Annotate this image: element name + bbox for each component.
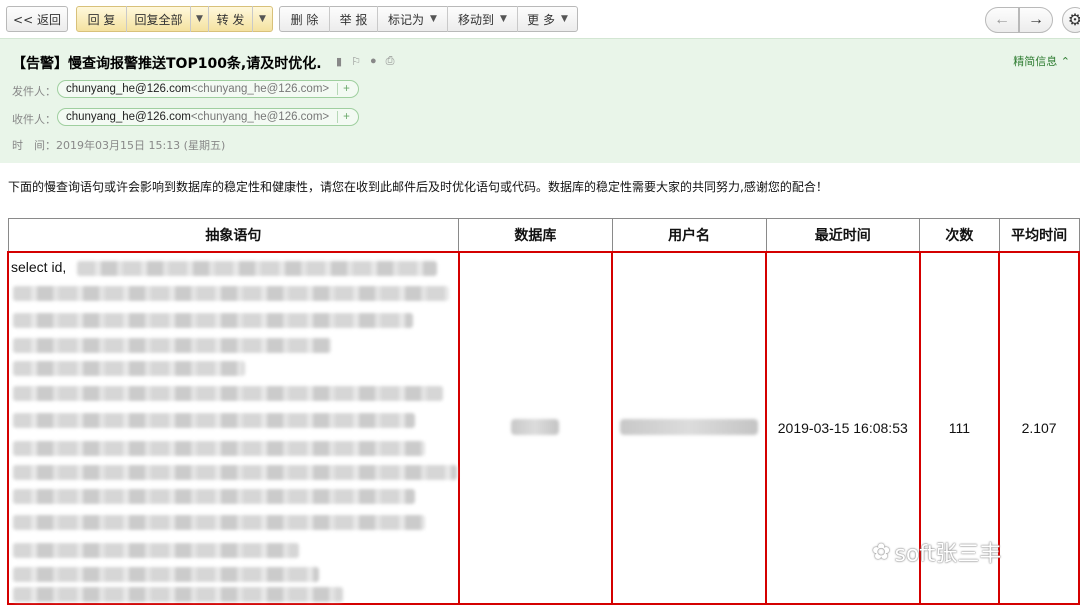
to-address-chip[interactable]: chunyang_he@126.com <chunyang_he@126.com…: [57, 108, 359, 126]
col-username: 用户名: [611, 218, 767, 253]
redacted-text: [13, 587, 343, 602]
redacted-text: [13, 515, 425, 530]
username-cell: [611, 251, 768, 605]
redacted-text: [13, 338, 331, 353]
col-recent-time: 最近时间: [765, 218, 921, 253]
col-avg-time: 平均时间: [998, 218, 1080, 253]
forward-button[interactable]: 转 发: [209, 6, 253, 32]
wechat-icon: ✿: [872, 539, 891, 565]
print-icon[interactable]: ⎙: [386, 55, 395, 68]
mail-intro-text: 下面的慢查询语句或许会影响到数据库的稳定性和健康性，请您在收到此邮件后及时优化语…: [8, 180, 828, 194]
redacted-database: [511, 418, 560, 435]
mark-as-label: 标记为: [388, 12, 425, 27]
subject-icons: ▮ ⚐ ● ⎙: [336, 55, 394, 68]
from-name: chunyang_he@126.com: [66, 83, 191, 95]
database-cell: [457, 251, 614, 605]
more-label: 更 多: [527, 12, 555, 27]
redacted-text: [13, 413, 415, 428]
time-label: 时 间：: [12, 139, 56, 152]
chevron-down-icon: ▼: [560, 14, 568, 24]
delete-button[interactable]: 删 除: [280, 6, 330, 32]
gear-icon: ⚙: [1067, 12, 1080, 29]
redacted-text: [13, 567, 319, 582]
redacted-text: [13, 489, 415, 504]
move-to-button[interactable]: 移动到 ▼: [448, 6, 518, 32]
redacted-text: [13, 441, 425, 456]
redacted-text: [13, 361, 245, 376]
table-header-row: 抽象语句 数据库 用户名 最近时间 次数 平均时间: [7, 218, 1080, 253]
redacted-text: [13, 386, 443, 401]
from-email: <chunyang_he@126.com>: [190, 83, 330, 95]
sql-cell: select id,: [7, 251, 460, 605]
col-count: 次数: [919, 218, 1000, 253]
to-label: 收件人：: [12, 113, 56, 126]
add-contact-icon[interactable]: +: [337, 83, 350, 95]
time-row: 时 间：2019年03月15日 15:13 (星期五): [12, 137, 225, 153]
redacted-text: [13, 465, 457, 480]
arrow-right-icon: →: [1028, 11, 1044, 28]
flag-icon[interactable]: ⚐: [351, 55, 361, 68]
from-label: 发件人：: [12, 85, 56, 98]
redacted-text: [13, 313, 413, 328]
to-email: <chunyang_he@126.com>: [190, 111, 330, 123]
forward-dropdown[interactable]: ▼: [253, 6, 272, 32]
mail-header: 【告警】慢查询报警推送TOP100条,请及时优化. ▮ ⚐ ● ⎙ 精简信息 ⌃…: [0, 38, 1080, 163]
sql-start: select id,: [11, 259, 67, 275]
reply-button[interactable]: 回 复: [77, 6, 127, 32]
reply-all-button[interactable]: 回复全部: [127, 6, 191, 32]
mail-subject: 【告警】慢查询报警推送TOP100条,请及时优化.: [12, 56, 322, 72]
chevron-down-icon: ▼: [500, 14, 507, 24]
bookmark-icon[interactable]: ▮: [336, 55, 342, 68]
prev-mail-button[interactable]: ←: [985, 7, 1019, 33]
watermark-text: soft张三丰: [894, 542, 1002, 567]
chevron-down-icon: ▼: [196, 14, 203, 24]
mail-toolbar: << 返回 回 复 回复全部 ▼ 转 发 ▼ 删 除 举 报 标记为 ▼ 移动到 ▼…: [0, 0, 1080, 38]
brief-info-toggle[interactable]: 精简信息 ⌃: [1013, 53, 1070, 69]
redacted-text: [77, 261, 437, 276]
mark-as-button[interactable]: 标记为 ▼: [378, 6, 448, 32]
add-contact-icon[interactable]: +: [337, 111, 350, 123]
to-name: chunyang_he@126.com: [66, 111, 191, 123]
reply-all-dropdown[interactable]: ▼: [191, 6, 209, 32]
redacted-text: [13, 543, 299, 558]
chevron-down-icon: ▼: [259, 14, 266, 24]
move-to-label: 移动到: [458, 12, 495, 27]
redacted-text: [13, 286, 449, 301]
arrow-left-icon: ←: [994, 11, 1010, 28]
back-button[interactable]: << 返回: [6, 6, 68, 32]
redacted-username: [620, 418, 759, 435]
watermark: ✿ soft张三丰: [872, 536, 1001, 568]
chevron-down-icon: ▼: [430, 14, 437, 24]
col-database: 数据库: [458, 218, 613, 253]
next-mail-button[interactable]: →: [1019, 7, 1053, 33]
more-button[interactable]: 更 多 ▼: [518, 6, 577, 32]
avg-time-cell: 2.107: [998, 251, 1080, 605]
col-statement: 抽象语句: [7, 218, 460, 253]
time-value: 2019年03月15日 15:13 (星期五): [56, 139, 226, 152]
report-button[interactable]: 举 报: [330, 6, 378, 32]
settings-button[interactable]: ⚙: [1062, 7, 1080, 33]
from-address-chip[interactable]: chunyang_he@126.com <chunyang_he@126.com…: [57, 80, 359, 98]
clock-icon[interactable]: ●: [370, 55, 377, 68]
